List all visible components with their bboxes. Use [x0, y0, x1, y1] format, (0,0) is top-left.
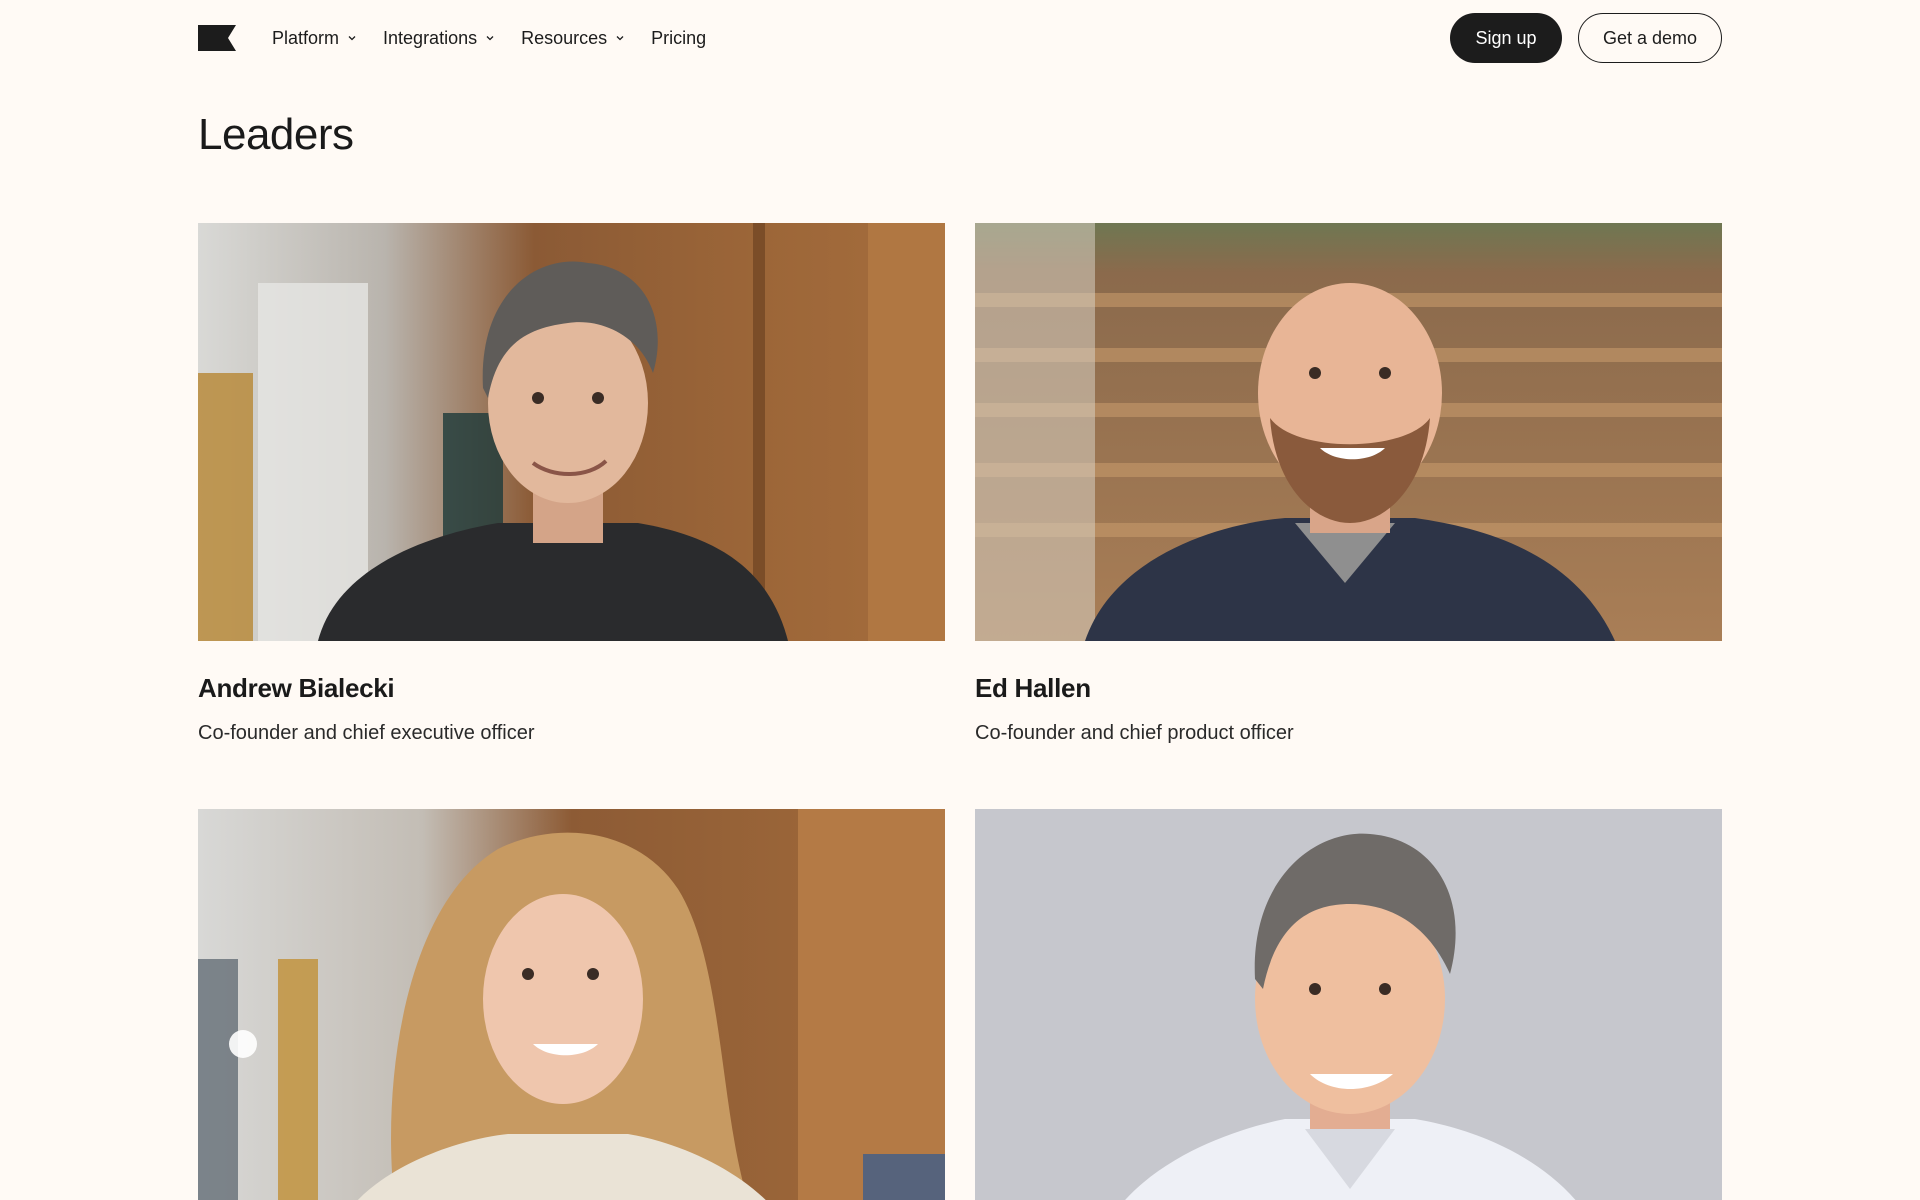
nav-actions: Sign up Get a demo	[1450, 13, 1722, 63]
leader-card: Andrew Bialecki Co-founder and chief exe…	[198, 223, 945, 745]
nav-item-label: Integrations	[383, 27, 478, 48]
leader-card	[975, 809, 1722, 1200]
leader-card: Ed Hallen Co-founder and chief product o…	[975, 223, 1722, 745]
chevron-down-icon	[616, 36, 624, 41]
page-title: Leaders	[198, 110, 354, 159]
leader-photo	[198, 809, 945, 1200]
nav-item-pricing[interactable]: Pricing	[651, 28, 706, 49]
chevron-down-icon	[348, 36, 356, 41]
page: Platform Integrations Resources Pricing	[0, 0, 1920, 1200]
nav-item-label: Pricing	[651, 27, 707, 48]
get-a-demo-button[interactable]: Get a demo	[1578, 13, 1722, 63]
chevron-down-icon	[486, 36, 494, 41]
leader-photo	[198, 223, 945, 641]
nav-item-resources[interactable]: Resources	[521, 28, 625, 49]
sign-up-button[interactable]: Sign up	[1450, 13, 1562, 63]
top-nav: Platform Integrations Resources Pricing	[198, 0, 1722, 76]
nav-item-label: Resources	[521, 27, 608, 48]
leader-photo	[975, 809, 1722, 1200]
nav-item-integrations[interactable]: Integrations	[383, 28, 495, 49]
flag-logo-icon[interactable]	[198, 25, 236, 51]
leader-photo	[975, 223, 1722, 641]
leader-card	[198, 809, 945, 1200]
nav-item-label: Platform	[272, 27, 340, 48]
leader-name: Andrew Bialecki	[198, 673, 395, 703]
nav-links: Platform Integrations Resources Pricing	[272, 28, 706, 49]
leader-name: Ed Hallen	[975, 673, 1091, 703]
nav-item-platform[interactable]: Platform	[272, 28, 357, 49]
leader-role: Co-founder and chief product officer	[975, 722, 1294, 744]
leader-role: Co-founder and chief executive officer	[198, 722, 535, 744]
